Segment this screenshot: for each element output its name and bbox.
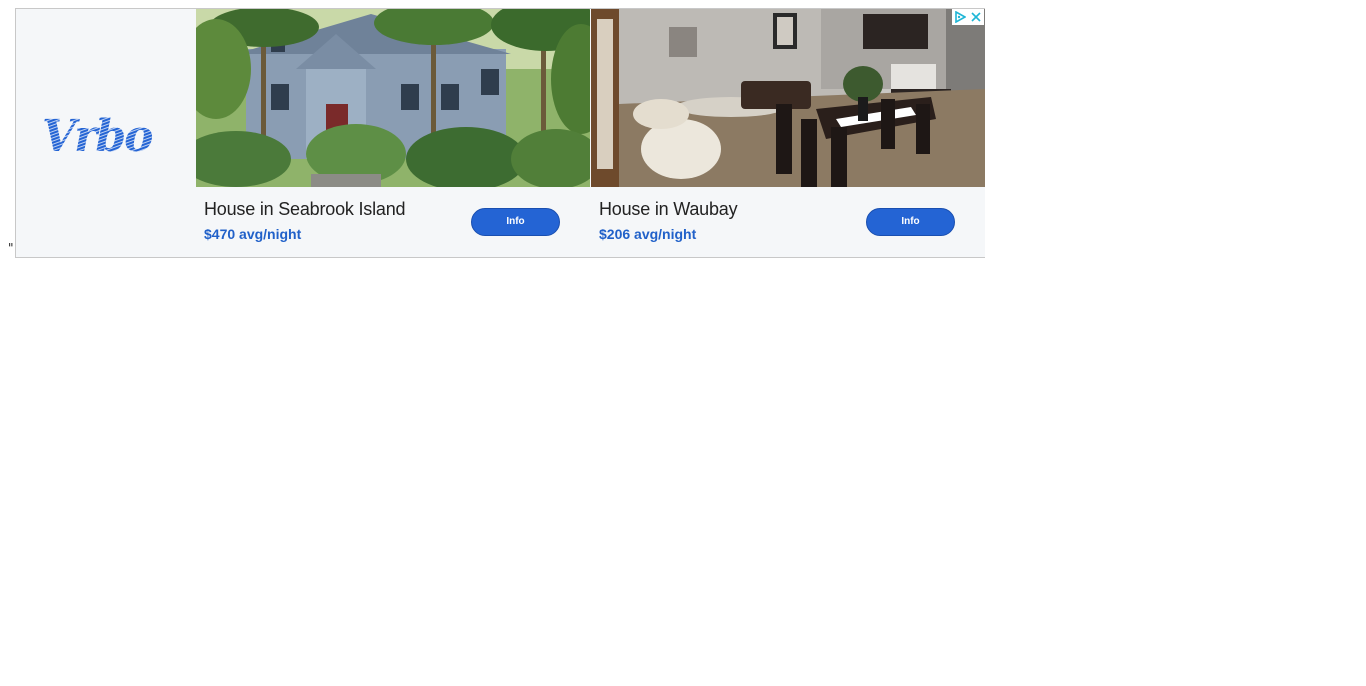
ad-controls <box>952 9 984 25</box>
info-button[interactable]: Info <box>471 208 560 236</box>
stray-quote-text: " <box>8 241 14 255</box>
adchoices-icon[interactable] <box>952 9 968 25</box>
listing-photo-house-exterior[interactable] <box>196 9 590 187</box>
svg-text:Vrbo: Vrbo <box>42 111 152 157</box>
listing-price: $470 avg/night <box>204 226 302 242</box>
listing-photo-living-room[interactable] <box>591 9 985 187</box>
info-button[interactable]: Info <box>866 208 955 236</box>
listing-card[interactable]: House in Seabrook Island $470 avg/night … <box>196 9 590 257</box>
close-icon[interactable] <box>968 9 984 25</box>
listing-title[interactable]: House in Waubay <box>599 199 738 220</box>
brand-logo-panel[interactable]: Vrbo <box>16 9 196 257</box>
listing-card[interactable]: House in Waubay $206 avg/night Info <box>591 9 985 257</box>
listing-title[interactable]: House in Seabrook Island <box>204 199 406 220</box>
listing-price: $206 avg/night <box>599 226 697 242</box>
vrbo-ad-banner[interactable]: Vrbo House in Seabrook Island $470 avg/n… <box>15 8 985 258</box>
vrbo-logo: Vrbo <box>42 111 154 157</box>
